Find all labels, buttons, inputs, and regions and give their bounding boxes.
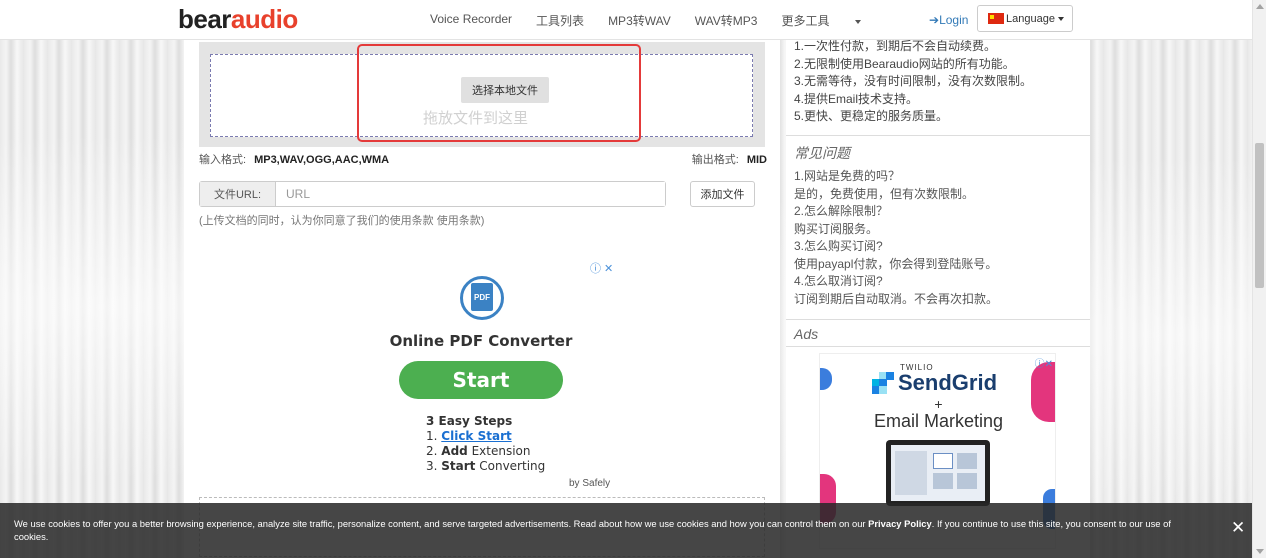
output-format: 输出格式: MID — [692, 151, 767, 167]
close-icon[interactable]: ✕ — [1231, 518, 1245, 538]
add-file-button[interactable]: 添加文件 — [690, 181, 755, 207]
benefit-item: 4.提供Email技术支持。 — [794, 91, 919, 106]
benefits-list: 1.一次性付款，到期后不会自动续费。 2.无限制使用Bearaudio网站的所有… — [794, 38, 1032, 126]
ad-step-2-bold: Add — [441, 444, 468, 458]
logo-text-accent: audio — [230, 4, 298, 34]
sidebar: 1.一次性付款，到期后不会自动续费。 2.无限制使用Bearaudio网站的所有… — [786, 38, 1090, 558]
divider — [786, 319, 1090, 320]
main-panel: 选择本地文件 拖放文件到这里 输入格式: MP3,WAV,OGG,AAC,WMA … — [184, 40, 780, 558]
ad-step-1-link[interactable]: Click Start — [441, 429, 511, 443]
ad-by-safely: by Safely — [569, 478, 611, 489]
pdf-converter-ad[interactable]: ⓘ ✕ PDF Online PDF Converter Start 3 Eas… — [384, 254, 614, 489]
nav-item-more-tools[interactable]: 更多工具 — [781, 12, 862, 29]
ad-step-3: 3. Start Converting — [426, 459, 545, 474]
site-logo[interactable]: bearaudio — [178, 4, 298, 35]
cookie-text-before: We use cookies to offer you a better bro… — [14, 518, 869, 529]
decorative-shape — [820, 368, 832, 390]
top-navbar: bearaudio Voice Recorder 工具列表 MP3转WAV WA… — [0, 0, 1252, 40]
faq-question: 2.怎么解除限制？ — [794, 204, 889, 218]
scroll-thumb[interactable] — [1255, 143, 1264, 288]
ad-choices-icon[interactable]: ⓘ ✕ — [590, 260, 613, 276]
ad-step-3-bold: Start — [441, 459, 476, 473]
faq-question: 4.怎么取消订阅? — [794, 274, 883, 288]
format-row: 输入格式: MP3,WAV,OGG,AAC,WMA 输出格式: MID — [199, 151, 767, 167]
benefit-item: 3.无需等待，没有时间限制，没有次数限制。 — [794, 74, 1033, 88]
url-input[interactable] — [276, 182, 665, 206]
url-label: 文件URL: — [200, 182, 276, 206]
benefit-item: 5.更快、更稳定的服务质量。 — [794, 109, 949, 123]
faq-answer: 购买订阅服务。 — [794, 221, 879, 236]
ad-plus: + — [934, 396, 943, 412]
ad-step-3-rest: Converting — [479, 459, 546, 473]
chevron-down-icon — [1057, 16, 1064, 21]
laptop-image — [886, 440, 990, 506]
nav-item-mp3-to-wav[interactable]: MP3转WAV — [608, 12, 671, 29]
input-formats: MP3,WAV,OGG,AAC,WMA — [254, 154, 390, 166]
ad-title: Online PDF Converter — [389, 332, 573, 350]
faq-heading: 常见问题 — [794, 145, 850, 161]
ad-start-button[interactable]: Start — [399, 361, 563, 399]
nav-item-wav-to-mp3[interactable]: WAV转MP3 — [695, 12, 758, 29]
ads-heading: Ads — [794, 326, 819, 342]
login-label: Login — [939, 13, 969, 27]
terms-text: (上传文档的同时，认为你同意了我们的使用条款 使用条款) — [199, 215, 485, 227]
pdf-icon: PDF — [460, 276, 504, 320]
ad-step-3-num: 3. — [426, 459, 438, 473]
scroll-down-icon[interactable] — [1256, 549, 1264, 554]
output-format-value: MID — [746, 154, 767, 166]
language-label: Language — [1006, 12, 1055, 25]
nav-item-voice-recorder[interactable]: Voice Recorder — [430, 12, 512, 29]
ad-step-1-num: 1. — [426, 429, 438, 443]
faq-question: 3.怎么购买订阅? — [794, 239, 883, 253]
china-flag-icon — [988, 13, 1004, 24]
page-scrollbar[interactable] — [1252, 0, 1266, 558]
ad-tagline: Email Marketing — [873, 411, 1004, 431]
benefit-item: 1.一次性付款，到期后不会自动续费。 — [794, 39, 997, 53]
chevron-down-icon — [855, 19, 862, 24]
login-icon: ➔ — [929, 13, 940, 27]
benefit-item: 2.无限制使用Bearaudio网站的所有功能。 — [794, 56, 1015, 71]
laptop-screen — [891, 445, 985, 501]
cookie-text: We use cookies to offer you a better bro… — [14, 517, 1194, 543]
main-nav: Voice Recorder 工具列表 MP3转WAV WAV转MP3 更多工具 — [430, 12, 885, 29]
highlight-box — [357, 44, 641, 142]
faq-question: 1.网站是免费的吗？ — [794, 169, 901, 183]
ad-step-2: 2. Add Extension — [426, 444, 545, 459]
logo-text-dark: bear — [178, 4, 231, 34]
upload-area: 选择本地文件 拖放文件到这里 — [199, 42, 765, 147]
login-link[interactable]: ➔Login — [929, 13, 968, 27]
pdf-icon-label: PDF — [471, 283, 493, 311]
faq-answer: 使用payapl付款，你会得到登陆账号。 — [794, 256, 998, 271]
more-tools-label: 更多工具 — [781, 14, 830, 28]
sendgrid-logo: SendGrid — [872, 370, 997, 396]
url-input-group: 文件URL: — [199, 181, 666, 207]
ad-step-2-num: 2. — [426, 444, 438, 458]
sendgrid-name: SendGrid — [898, 370, 998, 395]
ad-steps: 3 Easy Steps 1. Click Start 2. Add Exten… — [426, 414, 545, 474]
cookie-banner: We use cookies to offer you a better bro… — [0, 503, 1252, 558]
output-format-label: 输出格式: — [691, 154, 739, 166]
input-format-label: 输入格式: — [199, 154, 247, 166]
faq-answer: 订阅到期后自动取消。不会再次扣款。 — [794, 291, 999, 306]
divider — [786, 346, 1090, 347]
nav-item-tool-list[interactable]: 工具列表 — [536, 12, 584, 29]
language-dropdown[interactable]: Language — [977, 5, 1073, 32]
sendgrid-mark-icon — [872, 372, 894, 394]
ad-steps-title: 3 Easy Steps — [426, 414, 513, 428]
divider — [786, 135, 1090, 136]
faq-answer: 是的，免费使用，但有次数限制。 — [794, 186, 975, 201]
faq-list: 1.网站是免费的吗？ 是的，免费使用，但有次数限制。 2.怎么解除限制？ 购买订… — [794, 168, 998, 308]
privacy-policy-link[interactable]: Privacy Policy — [868, 518, 932, 529]
ad-step-2-rest: Extension — [471, 444, 531, 458]
ad-choices-icon[interactable]: ⓘ✕ — [1035, 355, 1053, 370]
ad-step-1: 1. Click Start — [426, 429, 545, 444]
scroll-up-icon[interactable] — [1256, 4, 1264, 9]
